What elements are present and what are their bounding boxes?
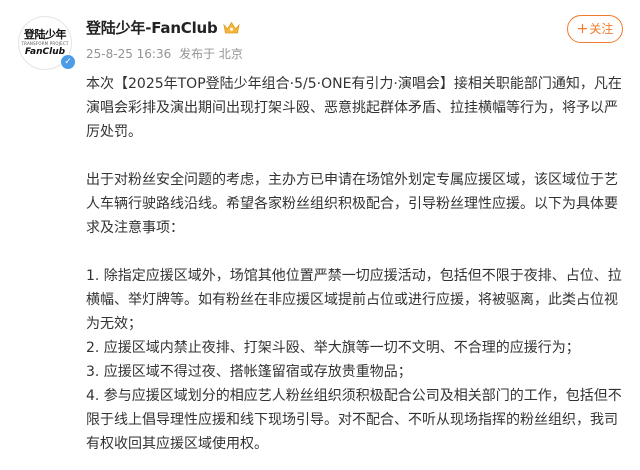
verified-badge-icon: ✓ <box>60 54 76 70</box>
author-row: 登陆少年-FanClub <box>86 17 240 38</box>
avatar-logo-script: FanClub <box>24 47 66 57</box>
plus-icon: + <box>576 21 589 37</box>
post-paragraph: 出于对粉丝安全问题的考虑，主办方已申请在场馆外划定专属应援区域，该区域位于艺人车… <box>86 172 618 236</box>
post-meta: 25-8-25 16:36 发布于 北京 <box>86 45 247 62</box>
crown-icon <box>222 21 240 33</box>
post-list-item: 2. 应援区域内禁止夜排、打架斗殴、举大旗等一切不文明、不合理的应援行为； <box>86 340 580 356</box>
post-paragraph: 本次【2025年TOP登陆少年组合·5/5·ONE有引力·演唱会】接相关职能部门… <box>86 76 622 140</box>
post-list-item: 1. 除指定应援区域外，场馆其他位置严禁一切应援活动，包括但不限于夜排、占位、拉… <box>86 268 622 332</box>
author-name[interactable]: 登陆少年-FanClub <box>86 17 218 38</box>
follow-label: 关注 <box>589 22 614 36</box>
post-time[interactable]: 25-8-25 16:36 <box>86 47 171 61</box>
post-location: 发布于 北京 <box>179 47 243 61</box>
post-content: 本次【2025年TOP登陆少年组合·5/5·ONE有引力·演唱会】接相关职能部门… <box>86 72 624 456</box>
post-list-item: 3. 应援区域不得过夜、搭帐篷留宿或存放贵重物品； <box>86 364 412 380</box>
avatar-logo-text: 登陆少年 <box>24 28 67 41</box>
follow-button[interactable]: +关注 <box>567 15 623 43</box>
post-list-item: 4. 参与应援区域划分的相应艺人粉丝组织须积极配合公司及相关部门的工作，包括但不… <box>86 388 622 452</box>
